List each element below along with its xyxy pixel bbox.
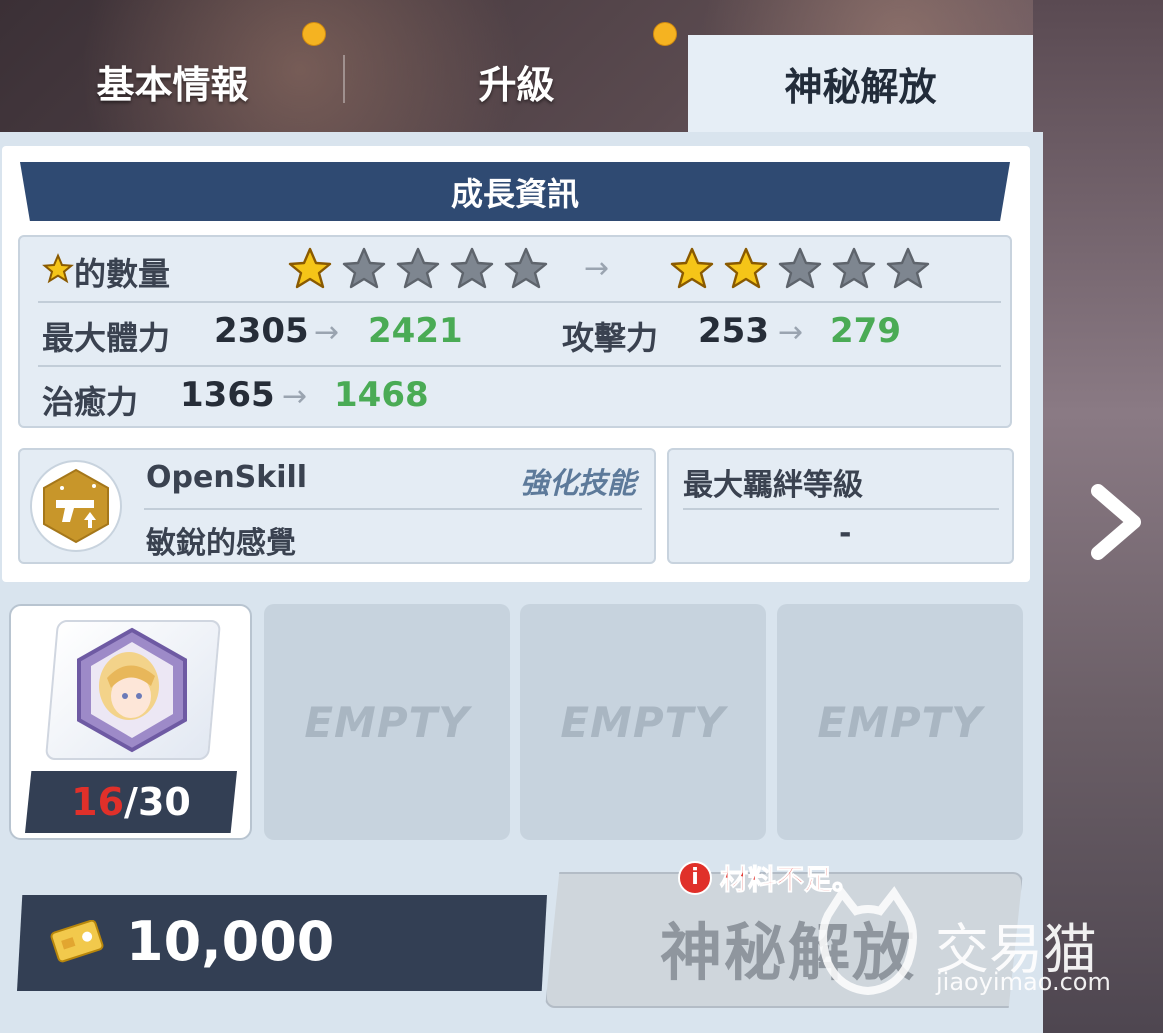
arrow-icon: → <box>584 251 610 286</box>
material-current: 16 <box>71 780 125 824</box>
stat-to-heal: 1468 <box>334 375 429 415</box>
cat-logo-icon <box>819 886 917 996</box>
skill-tag: 強化技能 <box>519 466 636 500</box>
stat-to-hp: 2421 <box>368 311 463 351</box>
stats-panel: 的數量 → 最大體力 2305 → 2421 攻擊力 253 → 279 治癒力… <box>18 235 1012 428</box>
arrow-icon: → <box>282 379 308 414</box>
bond-label: 最大羈絆等級 <box>683 468 863 503</box>
notification-dot <box>302 22 326 46</box>
star-filled-icon <box>724 247 768 289</box>
arrow-icon: → <box>778 315 804 350</box>
stat-label-hp: 最大體力 <box>42 319 171 357</box>
empty-label: EMPTY <box>817 697 983 747</box>
skill-name: OpenSkill <box>146 460 308 495</box>
bond-panel: 最大羈絆等級 - <box>667 448 1014 564</box>
star-row: 的數量 → <box>38 237 1001 303</box>
notification-dot <box>653 22 677 46</box>
tab-label: 神秘解放 <box>784 65 937 109</box>
star-empty-icon <box>450 247 494 289</box>
star-filled-icon <box>288 247 332 289</box>
empty-label: EMPTY <box>560 697 726 747</box>
growth-title: 成長資訊 <box>20 162 1010 221</box>
star-filled-icon <box>670 247 714 289</box>
empty-slot[interactable]: EMPTY <box>264 604 510 840</box>
stat-label-heal: 治癒力 <box>42 383 139 421</box>
stars-after <box>668 245 938 293</box>
bond-divider <box>683 508 999 510</box>
character-portrait-icon <box>77 627 187 753</box>
skill-panel[interactable]: OpenSkill 強化技能 敏銳的感覺 <box>18 448 656 564</box>
credit-card-icon <box>50 920 104 963</box>
tab-basic-info[interactable]: 基本情報 <box>0 30 345 132</box>
star-icon <box>42 253 74 284</box>
star-empty-icon <box>886 247 930 289</box>
pistol-upgrade-icon <box>43 468 109 544</box>
star-empty-icon <box>342 247 386 289</box>
material-sep: / <box>124 780 138 824</box>
star-empty-icon <box>504 247 548 289</box>
arrow-icon: → <box>314 315 340 350</box>
material-count: 16/30 <box>25 771 237 833</box>
star-count-label: 的數量 <box>74 255 171 293</box>
empty-label: EMPTY <box>304 697 470 747</box>
stat-row: 治癒力 1365 → 1468 <box>38 367 1001 425</box>
stat-from-heal: 1365 <box>180 375 275 415</box>
empty-slot[interactable]: EMPTY <box>520 604 766 840</box>
star-empty-icon <box>832 247 876 289</box>
skill-icon <box>30 460 122 552</box>
skill-divider <box>144 508 642 510</box>
material-slot[interactable]: 16/30 <box>9 604 252 840</box>
cost-amount: 10,000 <box>126 910 335 973</box>
stat-label-atk: 攻擊力 <box>562 319 659 357</box>
tab-upgrade[interactable]: 升級 <box>345 30 688 132</box>
warning-icon: i <box>678 861 712 895</box>
stat-row: 最大體力 2305 → 2421 攻擊力 253 → 279 <box>38 303 1001 367</box>
tab-label: 基本情報 <box>96 62 249 107</box>
skill-desc: 敏銳的感覺 <box>146 526 296 561</box>
star-empty-icon <box>396 247 440 289</box>
next-arrow-icon[interactable] <box>1088 483 1144 561</box>
tab-mystic-release[interactable]: 神秘解放 <box>688 35 1033 132</box>
star-empty-icon <box>778 247 822 289</box>
empty-slot[interactable]: EMPTY <box>777 604 1023 840</box>
bond-value: - <box>839 516 852 551</box>
stat-to-atk: 279 <box>830 311 901 351</box>
material-total: 30 <box>137 780 191 824</box>
stat-from-atk: 253 <box>698 311 769 351</box>
stars-before <box>286 245 556 293</box>
tab-label: 升級 <box>478 62 555 107</box>
watermark-url: jiaoyimao.com <box>936 968 1111 996</box>
stat-from-hp: 2305 <box>214 311 309 351</box>
